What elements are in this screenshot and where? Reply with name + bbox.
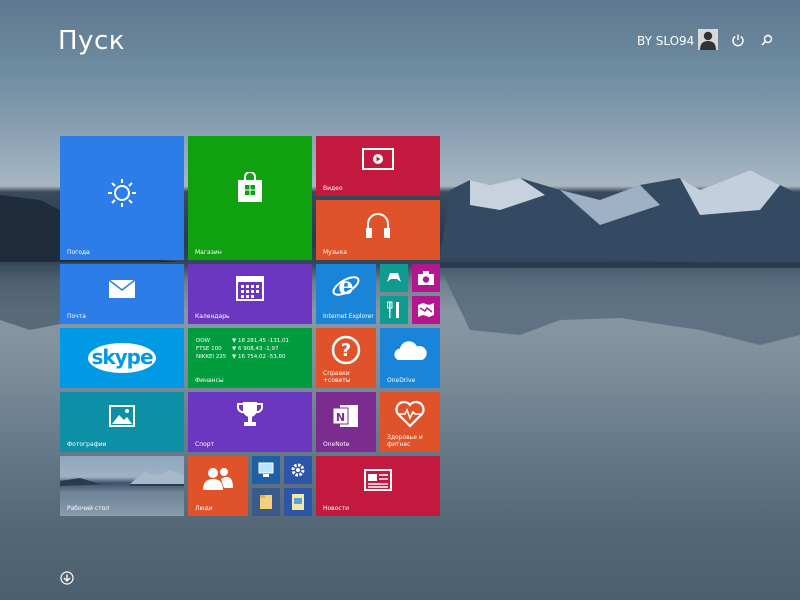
tile-sport[interactable]: Спорт (188, 392, 312, 452)
onenote-icon: N (332, 405, 358, 427)
finance-quote-value: ▼ 18 281,45 -131,01 (232, 338, 289, 344)
finance-quote-value: ▼ 6 908,43 -1,97 (232, 346, 279, 352)
tile-weather[interactable]: Погода (60, 136, 184, 260)
tile-store[interactable]: Магазин (188, 136, 312, 260)
tile-onenote[interactable]: N OneNote (316, 392, 376, 452)
tile-maps[interactable] (412, 296, 440, 324)
tile-label: Спорт (195, 441, 215, 448)
tile-health[interactable]: Здоровье и фитнес (380, 392, 440, 452)
finance-quote-value: ▼ 16 754,02 -53,60 (232, 354, 286, 360)
tile-skype[interactable]: skype (60, 328, 184, 388)
tile-food[interactable] (380, 296, 408, 324)
tile-label: Видео (323, 185, 343, 192)
health-icon (395, 400, 425, 428)
tile-people[interactable]: Люди (188, 456, 248, 516)
tile-camera[interactable] (412, 264, 440, 292)
svg-text:e: e (338, 271, 353, 300)
computer-icon (258, 462, 274, 477)
skype-wordmark: skype (91, 345, 153, 369)
file-explorer-icon (260, 495, 272, 509)
onedrive-icon (394, 341, 427, 360)
people-icon (203, 468, 233, 490)
tile-label: Календарь (195, 313, 230, 320)
document-icon (292, 494, 304, 510)
tile-label: Почта (67, 313, 86, 320)
weather-icon (108, 179, 136, 207)
tile-label: Люди (195, 505, 213, 512)
tile-photos[interactable]: Фотографии (60, 392, 184, 452)
user-icon (700, 31, 716, 50)
tile-news[interactable]: Новости (316, 456, 440, 516)
tile-label: Internet Explorer (323, 313, 374, 320)
help-icon: ? (331, 335, 361, 365)
tile-document[interactable] (284, 488, 312, 516)
tile-ie[interactable]: e Internet Explorer (316, 264, 376, 324)
tile-calendar[interactable]: Календарь (188, 264, 312, 324)
finance-quote-name: FTSE 100 (196, 346, 222, 352)
tile-onedrive[interactable]: OneDrive (380, 328, 440, 388)
ie-icon: e (332, 271, 360, 300)
mail-icon (108, 279, 136, 298)
tile-label: Справки +советы (323, 370, 351, 384)
calendar-icon (236, 276, 264, 301)
camera-icon (418, 271, 434, 285)
svg-text:?: ? (341, 340, 351, 361)
tile-desktop[interactable]: Рабочий стол (60, 456, 184, 516)
food-icon (387, 301, 399, 318)
arrow-down-icon[interactable] (60, 571, 74, 585)
tile-settings[interactable] (284, 456, 312, 484)
user-name[interactable]: BY SLO94 (637, 34, 694, 48)
news-icon (364, 469, 392, 491)
search-icon[interactable] (760, 33, 774, 47)
tile-label: Здоровье и фитнес (387, 434, 423, 448)
tile-label: Музыка (323, 249, 347, 256)
finance-quote-name: DOW (196, 338, 211, 344)
tile-music[interactable]: Музыка (316, 200, 440, 260)
tile-label: OneDrive (387, 377, 416, 384)
skype-logo: skype (86, 340, 158, 376)
power-icon[interactable] (731, 33, 745, 47)
tile-label: Новости (323, 505, 350, 512)
tile-finance[interactable]: DOW ▼ 18 281,45 -131,01 FTSE 100 ▼ 6 908… (188, 328, 312, 388)
video-icon (362, 148, 394, 170)
tile-help[interactable]: ? Справки +советы (316, 328, 376, 388)
store-icon (238, 172, 262, 202)
tile-label: Рабочий стол (67, 505, 110, 512)
tile-label: OneNote (323, 441, 350, 448)
maps-icon (418, 303, 434, 317)
finance-quote-name: NIKKEI 225 (196, 354, 227, 360)
tile-xbox-games[interactable] (380, 264, 408, 292)
trophy-icon (237, 402, 263, 426)
tile-computer[interactable] (252, 456, 280, 484)
photos-icon (109, 405, 135, 427)
tile-label: Фотографии (67, 441, 107, 448)
tile-mail[interactable]: Почта (60, 264, 184, 324)
tile-video[interactable]: Видео (316, 136, 440, 196)
settings-icon (291, 463, 305, 477)
tile-label: Магазин (195, 249, 222, 256)
start-title: Пуск (58, 26, 125, 56)
avatar[interactable] (698, 29, 718, 50)
tile-label: Погода (67, 249, 90, 256)
xbox-games-icon (387, 273, 401, 282)
tile-file-explorer[interactable] (252, 488, 280, 516)
tile-label: Финансы (195, 377, 224, 384)
svg-text:N: N (336, 411, 345, 424)
music-icon (366, 213, 390, 238)
